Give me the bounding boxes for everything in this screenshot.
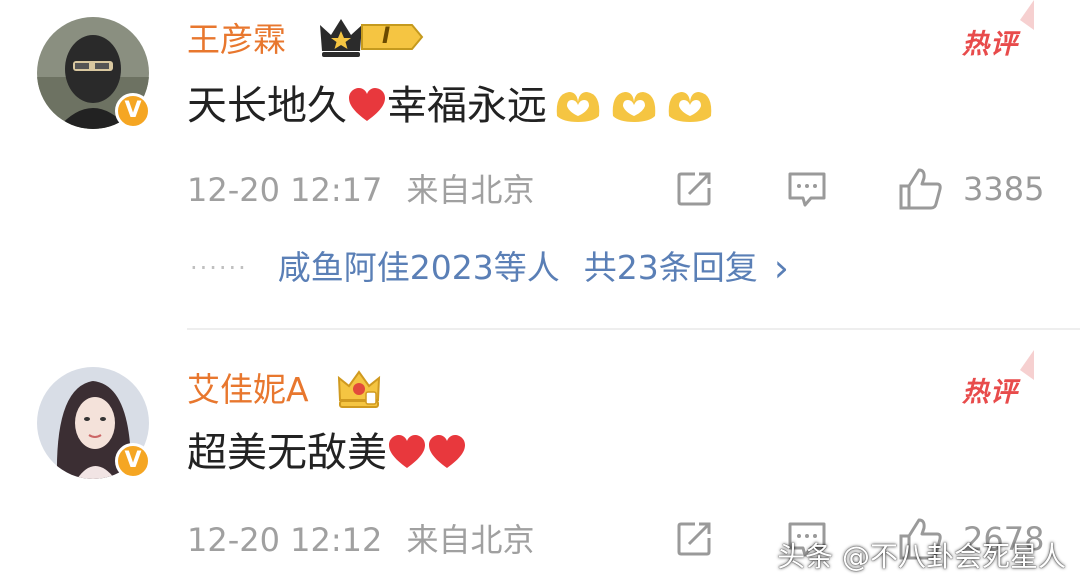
crown-icon (337, 370, 381, 408)
heart-hands-icon (556, 92, 600, 122)
verified-v-icon: V (115, 93, 151, 129)
comment-button[interactable] (785, 168, 829, 210)
location: 来自北京 (406, 171, 535, 209)
heart-hands-icon (668, 92, 712, 122)
heart-hands-emoji-group (553, 86, 715, 126)
comment-meta: 12-20 12:17 来自北京 (187, 170, 535, 210)
username[interactable]: 艾佳妮A (187, 370, 309, 410)
username[interactable]: 王彦霖 (187, 20, 286, 60)
share-button[interactable] (673, 518, 715, 560)
chevron-right-icon: › (773, 246, 789, 290)
share-icon (677, 172, 711, 206)
crown-icon (320, 19, 362, 57)
level-badge: I (382, 24, 391, 49)
comment-text: 天长地久 幸福永远 (187, 81, 715, 131)
comment-item: V 王彦霖 I 热评 天长地久 幸福永远 12-20 12:17 来自北京 33… (0, 0, 1080, 330)
member-crown-badge: I (318, 15, 426, 59)
share-icon (677, 522, 711, 556)
avatar[interactable]: V (37, 17, 151, 129)
share-button[interactable] (673, 168, 715, 210)
heart-icon (349, 88, 385, 121)
comment-meta: 12-20 12:12 来自北京 (187, 520, 535, 560)
heart-hands-icon (612, 92, 656, 122)
comment-text: 超美无敌美 (187, 428, 467, 478)
hot-corner-decoration (1020, 0, 1034, 30)
member-crown-badge (336, 366, 382, 410)
timestamp: 12-20 12:12 (187, 521, 383, 559)
heart-icon (389, 435, 425, 468)
location: 来自北京 (406, 521, 535, 559)
replies-link[interactable]: ······ 咸鱼阿佳2023等人 共23条回复 › (190, 248, 789, 288)
watermark: 头条 @不八卦会死星人 (777, 540, 1066, 573)
like-button[interactable]: 3385 (897, 166, 1044, 212)
avatar[interactable]: V (37, 367, 151, 479)
like-count: 3385 (963, 170, 1045, 208)
heart-icon (429, 435, 465, 468)
replies-count: 共23条回复 (583, 248, 758, 287)
comment-icon (788, 172, 826, 207)
replies-who: 咸鱼阿佳2023等人 (277, 248, 560, 287)
like-icon (899, 168, 942, 210)
hot-corner-decoration (1020, 350, 1034, 380)
verified-v-icon: V (115, 443, 151, 479)
timestamp: 12-20 12:17 (187, 171, 383, 209)
